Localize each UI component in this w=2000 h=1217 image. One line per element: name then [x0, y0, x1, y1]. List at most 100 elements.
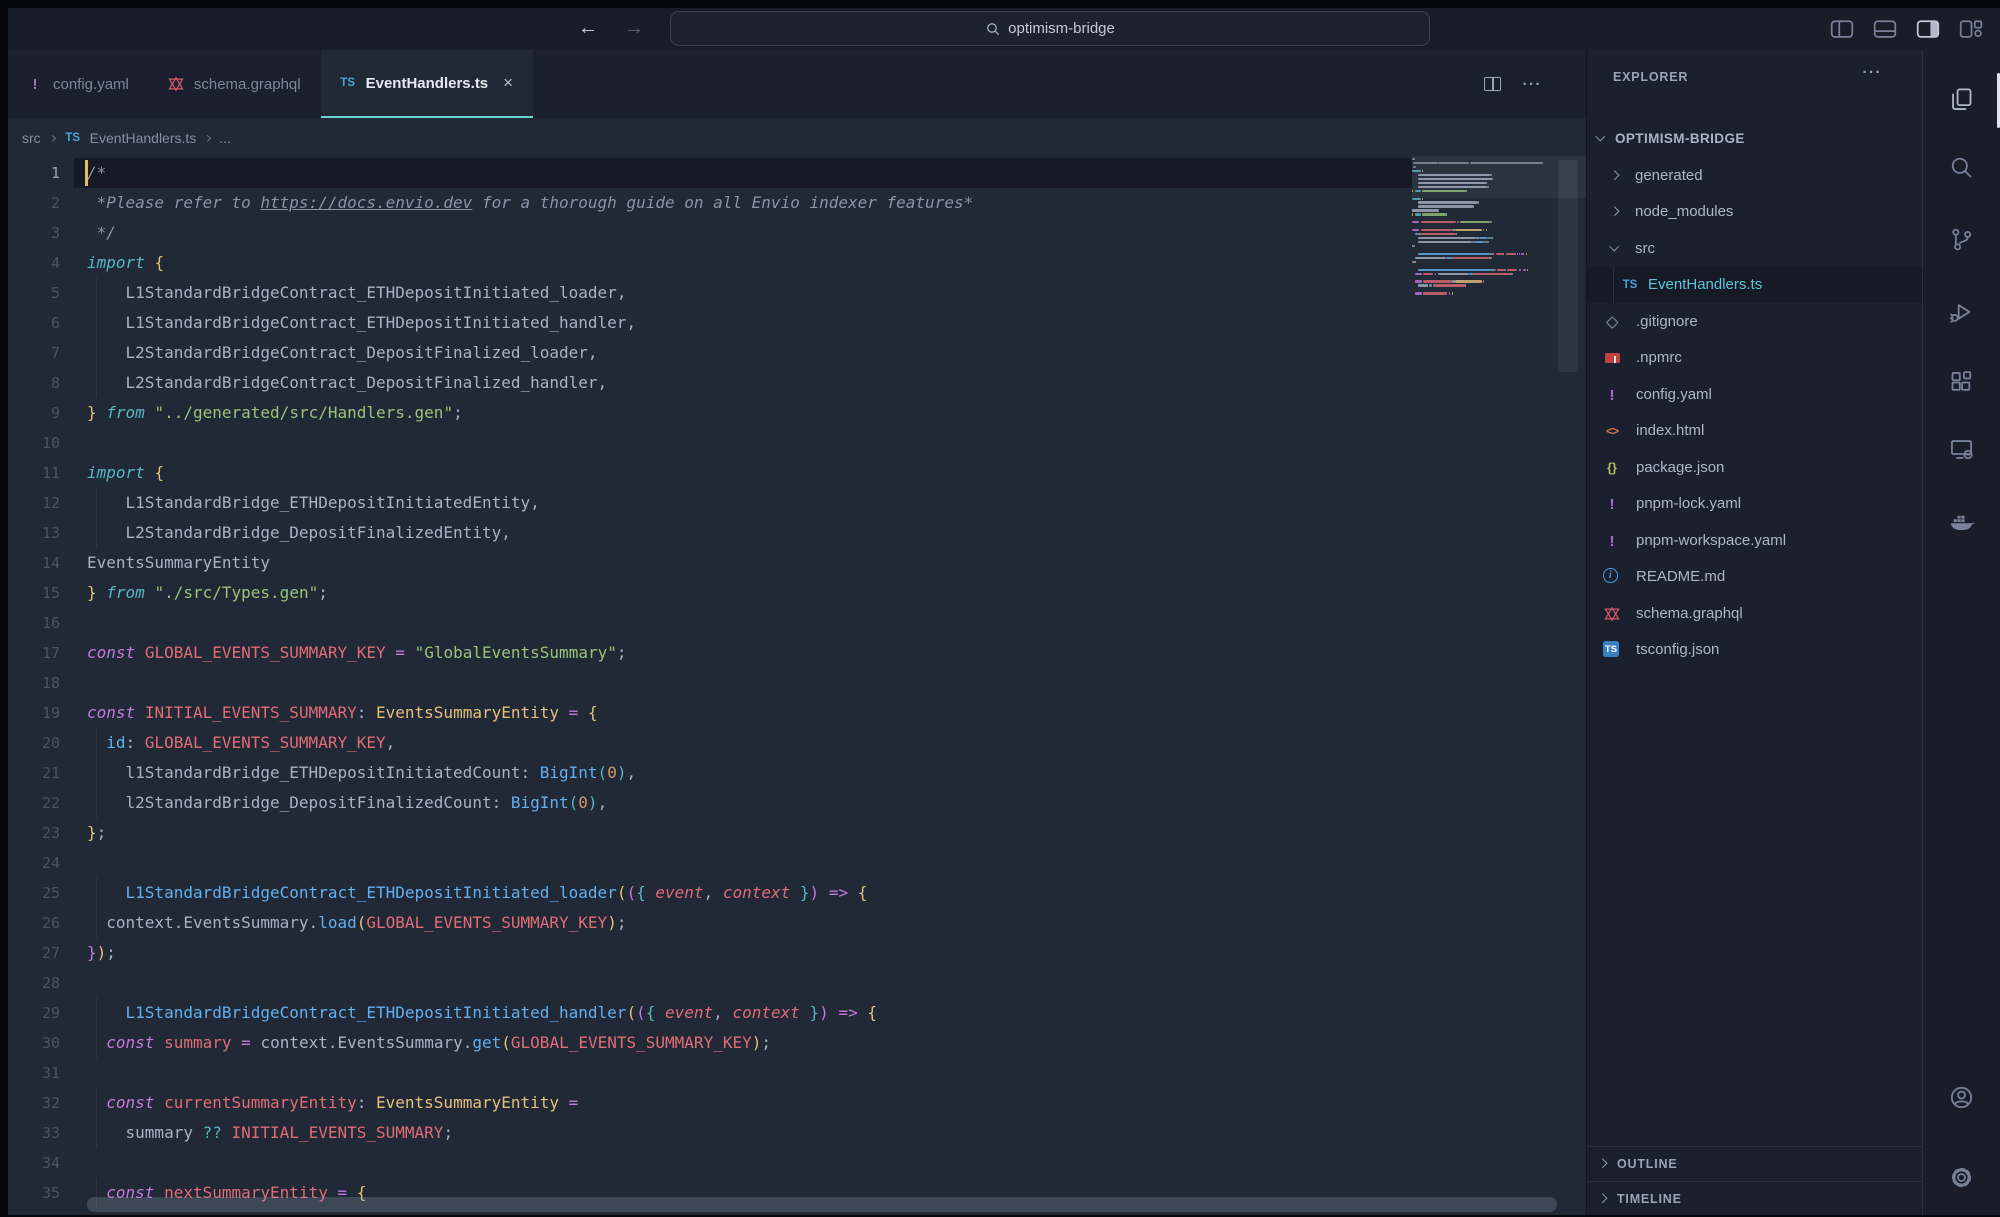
- explorer-files-icon[interactable]: [1945, 83, 1979, 117]
- minimap-line: [1474, 241, 1483, 243]
- tree-item-pnpm-lock.yaml[interactable]: !pnpm-lock.yaml: [1587, 486, 1922, 522]
- code-line[interactable]: 3 */: [8, 218, 1586, 248]
- minimap-line: [1503, 253, 1504, 255]
- layout-sidebar-left-icon[interactable]: [1829, 18, 1855, 40]
- code-line[interactable]: 30 const summary = context.EventsSummary…: [8, 1028, 1586, 1058]
- code-line[interactable]: 32 const currentSummaryEntity: EventsSum…: [8, 1088, 1586, 1118]
- code-line[interactable]: 13 L2StandardBridge_DepositFinalizedEnti…: [8, 518, 1586, 548]
- line-number: 29: [8, 998, 60, 1028]
- code-line[interactable]: 9} from "../generated/src/Handlers.gen";: [8, 398, 1586, 428]
- docker-icon[interactable]: [1945, 505, 1979, 539]
- code-line[interactable]: 22 l2StandardBridge_DepositFinalizedCoun…: [8, 788, 1586, 818]
- code-line[interactable]: 31: [8, 1058, 1586, 1088]
- code-text: l2StandardBridge_DepositFinalizedCount: …: [87, 788, 607, 818]
- minimap-line: [1422, 213, 1446, 215]
- code-line[interactable]: 2 *Please refer to https://docs.envio.de…: [8, 188, 1586, 218]
- code-area[interactable]: 1/*2 *Please refer to https://docs.envio…: [8, 158, 1586, 1215]
- tree-item-generated[interactable]: generated: [1587, 158, 1922, 194]
- tree-item-.gitignore[interactable]: .gitignore: [1587, 304, 1922, 340]
- source-control-icon[interactable]: [1945, 223, 1979, 257]
- layout-panel-bottom-icon[interactable]: [1872, 18, 1898, 40]
- code-line[interactable]: 24: [8, 848, 1586, 878]
- line-number: 34: [8, 1148, 60, 1178]
- tab-schema.graphql[interactable]: schema.graphql: [149, 50, 321, 118]
- breadcrumb-segment[interactable]: src: [22, 130, 41, 146]
- remote-explorer-icon[interactable]: [1945, 433, 1979, 467]
- layout-sidebar-right-icon[interactable]: [1915, 18, 1941, 40]
- section-label: OUTLINE: [1617, 1147, 1677, 1182]
- minimap[interactable]: [1412, 158, 1562, 1215]
- run-debug-icon[interactable]: [1945, 296, 1979, 330]
- minimap-line: [1494, 269, 1495, 271]
- code-line[interactable]: 34: [8, 1148, 1586, 1178]
- code-line[interactable]: 15} from "./src/Types.gen";: [8, 578, 1586, 608]
- section-timeline[interactable]: TIMELINE: [1587, 1181, 1922, 1216]
- code-line[interactable]: 1/*: [8, 158, 1586, 188]
- tree-item-package.json[interactable]: {}package.json: [1587, 450, 1922, 486]
- code-line[interactable]: 25 L1StandardBridgeContract_ETHDepositIn…: [8, 878, 1586, 908]
- section-outline[interactable]: OUTLINE: [1587, 1146, 1922, 1181]
- nav-back-icon[interactable]: ←: [578, 14, 598, 42]
- code-line[interactable]: 18: [8, 668, 1586, 698]
- code-line[interactable]: 20 id: GLOBAL_EVENTS_SUMMARY_KEY,: [8, 728, 1586, 758]
- code-line[interactable]: 4import {: [8, 248, 1586, 278]
- code-line[interactable]: 26 context.EventsSummary.load(GLOBAL_EVE…: [8, 908, 1586, 938]
- explorer-more-actions-icon[interactable]: ···: [1863, 64, 1883, 81]
- more-actions-icon[interactable]: ···: [1523, 76, 1543, 93]
- close-icon[interactable]: ×: [503, 73, 513, 93]
- code-line[interactable]: 17const GLOBAL_EVENTS_SUMMARY_KEY = "Glo…: [8, 638, 1586, 668]
- settings-gear-icon[interactable]: [1945, 1161, 1979, 1195]
- minimap-line: [1492, 237, 1493, 239]
- tree-item-.npmrc[interactable]: .npmrc: [1587, 340, 1922, 376]
- layout-customize-icon[interactable]: [1958, 18, 1984, 40]
- code-line[interactable]: 33 summary ?? INITIAL_EVENTS_SUMMARY;: [8, 1118, 1586, 1148]
- extensions-icon[interactable]: [1945, 366, 1979, 400]
- tree-item-tsconfig.json[interactable]: TStsconfig.json: [1587, 632, 1922, 668]
- code-line[interactable]: 12 L1StandardBridge_ETHDepositInitiatedE…: [8, 488, 1586, 518]
- tree-item-src[interactable]: src: [1587, 231, 1922, 267]
- minimap-line: [1497, 269, 1504, 271]
- minimap-line: [1415, 213, 1421, 215]
- code-line[interactable]: 7 L2StandardBridgeContract_DepositFinali…: [8, 338, 1586, 368]
- code-line[interactable]: 5 L1StandardBridgeContract_ETHDepositIni…: [8, 278, 1586, 308]
- line-number: 21: [8, 758, 60, 788]
- search-icon[interactable]: [1945, 151, 1979, 185]
- tree-item-config.yaml[interactable]: !config.yaml: [1587, 377, 1922, 413]
- code-line[interactable]: 29 L1StandardBridgeContract_ETHDepositIn…: [8, 998, 1586, 1028]
- tree-item-README.md[interactable]: iREADME.md: [1587, 559, 1922, 595]
- code-line[interactable]: 28: [8, 968, 1586, 998]
- vertical-scrollbar[interactable]: [1558, 160, 1578, 372]
- tree-item-pnpm-workspace.yaml[interactable]: !pnpm-workspace.yaml: [1587, 523, 1922, 559]
- gitignore-icon: [1603, 313, 1621, 331]
- split-editor-icon[interactable]: [1484, 77, 1501, 91]
- tree-item-OPTIMISM-BRIDGE[interactable]: OPTIMISM-BRIDGE: [1587, 121, 1922, 157]
- tree-item-schema.graphql[interactable]: schema.graphql: [1587, 596, 1922, 632]
- code-line[interactable]: 6 L1StandardBridgeContract_ETHDepositIni…: [8, 308, 1586, 338]
- minimap-line: [1506, 253, 1516, 255]
- tree-item-EventHandlers.ts[interactable]: TSEventHandlers.ts: [1587, 267, 1922, 303]
- code-line[interactable]: 10: [8, 428, 1586, 458]
- horizontal-scrollbar[interactable]: [87, 1197, 1557, 1212]
- code-line[interactable]: 19const INITIAL_EVENTS_SUMMARY: EventsSu…: [8, 698, 1586, 728]
- breadcrumb-segment[interactable]: ...: [219, 130, 231, 146]
- code-editor[interactable]: srcTSEventHandlers.ts... 1/*2 *Please re…: [8, 118, 1586, 1215]
- code-line[interactable]: 14EventsSummaryEntity: [8, 548, 1586, 578]
- code-line[interactable]: 16: [8, 608, 1586, 638]
- breadcrumb[interactable]: srcTSEventHandlers.ts...: [22, 118, 231, 158]
- account-icon[interactable]: [1945, 1081, 1979, 1115]
- nav-forward-icon[interactable]: →: [624, 14, 644, 42]
- code-line[interactable]: 23};: [8, 818, 1586, 848]
- code-line[interactable]: 21 l1StandardBridge_ETHDepositInitiatedC…: [8, 758, 1586, 788]
- tree-item-index.html[interactable]: <>index.html: [1587, 413, 1922, 449]
- line-number: 16: [8, 608, 60, 638]
- tab-config.yaml[interactable]: !config.yaml: [8, 50, 149, 118]
- code-line[interactable]: 11import {: [8, 458, 1586, 488]
- code-line[interactable]: 8 L2StandardBridgeContract_DepositFinali…: [8, 368, 1586, 398]
- line-number: 28: [8, 968, 60, 998]
- command-center-search[interactable]: optimism-bridge: [670, 11, 1430, 46]
- code-line[interactable]: 27});: [8, 938, 1586, 968]
- breadcrumb-segment[interactable]: EventHandlers.ts: [90, 130, 197, 146]
- tab-EventHandlers.ts[interactable]: TSEventHandlers.ts×: [321, 50, 533, 118]
- breadcrumb-separator-icon: [204, 134, 211, 141]
- tree-item-node-modules[interactable]: node_modules: [1587, 194, 1922, 230]
